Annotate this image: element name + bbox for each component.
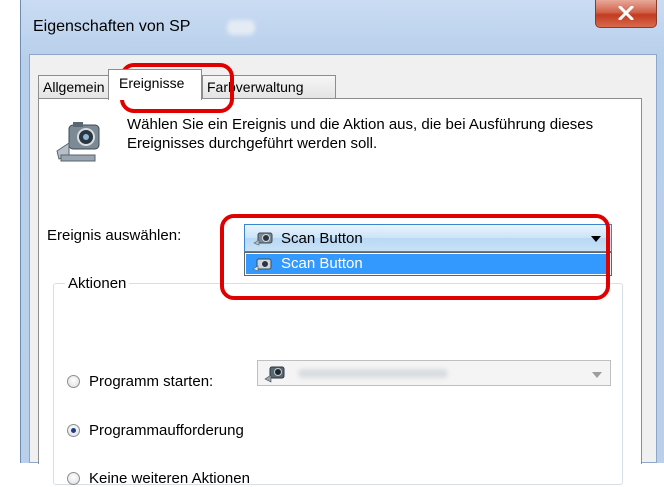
chevron-down-icon: [592, 372, 602, 378]
properties-window: Eigenschaften von SP Allgemein Ereigniss…: [20, 0, 664, 487]
event-option-label: Scan Button: [281, 255, 363, 272]
radio-label: Keine weiteren Aktionen: [89, 470, 250, 487]
window-title: Eigenschaften von SP: [33, 18, 191, 35]
events-tab-panel: Wählen Sie ein Ereignis und die Aktion a…: [38, 98, 642, 487]
tab-ereignisse[interactable]: Ereignisse: [108, 69, 202, 100]
events-description: Wählen Sie ein Ereignis und die Aktion a…: [127, 116, 594, 152]
chevron-down-icon: [591, 236, 601, 242]
radio-label: Programm starten:: [89, 373, 214, 390]
close-button[interactable]: [595, 0, 657, 28]
event-select-label: Ereignis auswählen:: [47, 227, 182, 244]
tab-allgemein[interactable]: Allgemein: [38, 75, 116, 99]
event-selected-value: Scan Button: [281, 230, 363, 247]
radio-label: Programmaufforderung: [89, 422, 244, 439]
tab-strip: Allgemein Ereignisse Farbverwaltung: [38, 69, 638, 100]
event-option-scan-button[interactable]: Scan Button: [246, 254, 610, 274]
program-name-redacted: [298, 369, 448, 378]
radio-button[interactable]: [67, 472, 80, 485]
title-redacted-region: [227, 20, 255, 35]
scanner-camera-icon: [56, 122, 100, 162]
tab-label: Allgemein: [43, 79, 105, 95]
radio-button[interactable]: [67, 375, 80, 388]
scan-button-icon: [253, 232, 273, 246]
dialog-client-area: Allgemein Ereignisse Farbverwaltung Wähl…: [29, 54, 657, 487]
tab-label: Ereignisse: [119, 75, 185, 91]
program-icon: [264, 366, 285, 383]
scan-button-icon: [252, 258, 272, 272]
program-select-dropdown: [257, 360, 611, 386]
radio-button-checked[interactable]: [67, 424, 80, 437]
title-bar[interactable]: Eigenschaften von SP: [21, 0, 664, 58]
tab-farbverwaltung[interactable]: Farbverwaltung: [202, 75, 336, 99]
tab-label: Farbverwaltung: [207, 79, 304, 95]
actions-legend: Aktionen: [65, 275, 130, 292]
close-icon: [618, 6, 634, 20]
event-dropdown-list: Scan Button: [244, 252, 612, 276]
event-select-dropdown[interactable]: Scan Button: [244, 224, 612, 252]
